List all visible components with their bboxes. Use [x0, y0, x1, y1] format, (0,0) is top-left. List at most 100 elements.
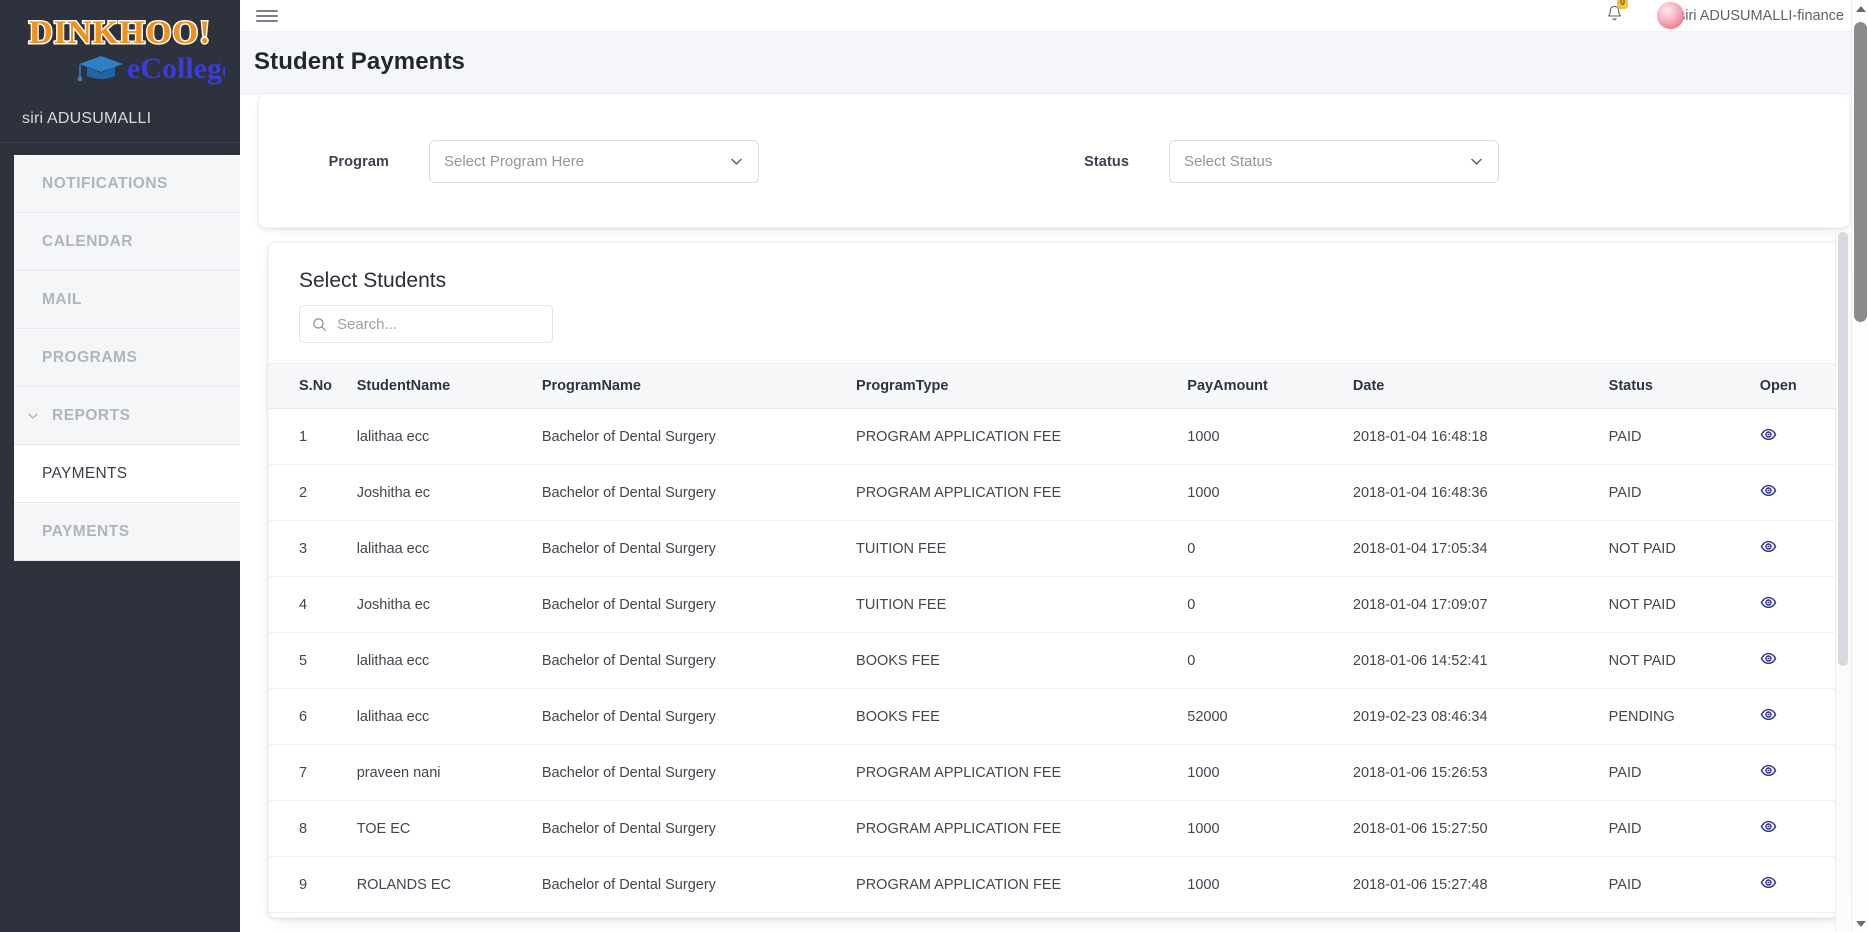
- eye-icon[interactable]: [1760, 482, 1777, 499]
- column-header-programtype[interactable]: ProgramType: [856, 363, 1188, 409]
- scroll-down-arrow-icon[interactable]: [1852, 915, 1868, 932]
- cell-studentname: TOE EC: [356, 800, 542, 857]
- cell-status: NOT PAID: [1608, 576, 1760, 633]
- search-input[interactable]: [337, 315, 542, 333]
- cell-studentname: Joshitha ec: [356, 576, 542, 633]
- panel-scrollbar-thumb[interactable]: [1838, 232, 1848, 666]
- cell-sno: 8: [269, 800, 357, 857]
- svg-text:DINKHOO!: DINKHOO!: [29, 15, 211, 51]
- topbar: 0 siri ADUSUMALLI-finance: [240, 0, 1868, 32]
- avatar: [1657, 2, 1684, 29]
- table-row[interactable]: 1 lalithaa ecc Bachelor of Dental Surgery P…: [269, 408, 1845, 465]
- cell-programname: Bachelor of Dental Surgery: [541, 800, 857, 857]
- column-header-programname[interactable]: ProgramName: [541, 363, 857, 409]
- sidebar-item-calendar[interactable]: CALENDAR: [14, 213, 240, 271]
- sidebar-item-notifications[interactable]: NOTIFICATIONS: [14, 155, 240, 213]
- table-row[interactable]: 9 ROLANDS EC Bachelor of Dental Surgery PRO…: [269, 856, 1845, 913]
- cell-sno: 5: [269, 632, 357, 689]
- sidebar-item-payments[interactable]: PAYMENTS: [14, 503, 240, 561]
- cell-open: [1759, 576, 1845, 633]
- main-content: 0 siri ADUSUMALLI-finance Student Paymen…: [240, 0, 1868, 932]
- panel-scrollbar[interactable]: [1835, 232, 1850, 932]
- eye-icon[interactable]: [1760, 426, 1777, 443]
- app-root: DINKHOO! DINKHOO! eCollege siri ADUSUMAL…: [0, 0, 1868, 932]
- program-select[interactable]: Select Program Here: [429, 140, 759, 183]
- column-header-sno[interactable]: S.No: [269, 363, 357, 409]
- cell-payamount: 0: [1187, 576, 1353, 633]
- cell-programname: Bachelor of Dental Surgery: [541, 520, 857, 577]
- cell-date: 2018-01-04 16:48:36: [1352, 464, 1609, 521]
- status-filter-label: Status: [1084, 153, 1129, 170]
- eye-icon[interactable]: [1760, 650, 1777, 667]
- cell-open: [1759, 800, 1845, 857]
- eye-icon[interactable]: [1760, 818, 1777, 835]
- notifications-button[interactable]: 0: [1606, 0, 1629, 27]
- sidebar-menu: NOTIFICATIONS CALENDAR MAIL PROGRAMS REP…: [0, 155, 240, 561]
- sidebar-item-programs[interactable]: PROGRAMS: [14, 329, 240, 387]
- cell-date: 2018-01-06 15:27:50: [1352, 800, 1609, 857]
- cell-date: 2018-01-04 17:09:07: [1352, 576, 1609, 633]
- eye-icon[interactable]: [1760, 706, 1777, 723]
- cell-date: 2018-01-04 17:05:34: [1352, 520, 1609, 577]
- cell-open: [1759, 856, 1845, 913]
- status-select[interactable]: Select Status: [1169, 140, 1499, 183]
- table-row[interactable]: 8 TOE EC Bachelor of Dental Surgery PROGRAM…: [269, 800, 1845, 857]
- students-panel-title: Select Students: [299, 269, 447, 292]
- table-row[interactable]: 2 Joshitha ec Bachelor of Dental Surgery PR…: [269, 464, 1845, 521]
- program-filter-group: Program Select Program Here: [269, 140, 759, 183]
- cell-payamount: 1000: [1187, 464, 1353, 521]
- page-title: Student Payments: [254, 48, 465, 75]
- table-row[interactable]: 7 praveen nani Bachelor of Dental Surgery P…: [269, 744, 1845, 801]
- column-header-date[interactable]: Date: [1352, 363, 1609, 409]
- svg-text:eCollege: eCollege: [127, 52, 225, 85]
- column-header-studentname[interactable]: StudentName: [356, 363, 542, 409]
- sidebar-item-mail[interactable]: MAIL: [14, 271, 240, 329]
- search-icon: [312, 317, 327, 332]
- sidebar-item-label: CALENDAR: [42, 233, 133, 250]
- cell-open: [1759, 632, 1845, 689]
- chevron-down-icon: [1468, 153, 1485, 170]
- cell-payamount: 1000: [1187, 856, 1353, 913]
- chevron-down-icon: [728, 153, 745, 170]
- payments-table-body: 1 lalithaa ecc Bachelor of Dental Surgery P…: [269, 408, 1845, 913]
- cell-programtype: TUITION FEE: [856, 520, 1188, 577]
- page-header: Student Payments: [240, 32, 1868, 94]
- eye-icon[interactable]: [1760, 762, 1777, 779]
- hamburger-icon[interactable]: [256, 4, 278, 28]
- scroll-up-arrow-icon[interactable]: [1852, 0, 1868, 17]
- table-row[interactable]: 4 Joshitha ec Bachelor of Dental Surgery TU…: [269, 576, 1845, 633]
- students-panel-header: Select Students: [269, 243, 1845, 343]
- cell-payamount: 0: [1187, 520, 1353, 577]
- eye-icon[interactable]: [1760, 594, 1777, 611]
- cell-programname: Bachelor of Dental Surgery: [541, 744, 857, 801]
- sidebar-item-payments-report[interactable]: PAYMENTS: [14, 445, 240, 503]
- cell-sno: 2: [269, 464, 357, 521]
- window-scrollbar[interactable]: [1851, 0, 1868, 932]
- cell-payamount: 1000: [1187, 800, 1353, 857]
- brand-logo[interactable]: DINKHOO! DINKHOO! eCollege: [0, 0, 240, 92]
- sidebar-item-reports[interactable]: REPORTS: [14, 387, 240, 445]
- column-header-open[interactable]: Open: [1759, 363, 1845, 409]
- table-row[interactable]: 3 lalithaa ecc Bachelor of Dental Surgery T…: [269, 520, 1845, 577]
- cell-programtype: PROGRAM APPLICATION FEE: [856, 856, 1188, 913]
- cell-open: [1759, 744, 1845, 801]
- notification-count-badge: 0: [1617, 0, 1629, 9]
- window-scrollbar-thumb[interactable]: [1854, 22, 1867, 322]
- user-menu[interactable]: siri ADUSUMALLI-finance: [1657, 2, 1844, 29]
- cell-programtype: PROGRAM APPLICATION FEE: [856, 408, 1188, 465]
- eye-icon[interactable]: [1760, 538, 1777, 555]
- search-box[interactable]: [299, 305, 553, 343]
- column-header-status[interactable]: Status: [1608, 363, 1760, 409]
- cell-date: 2018-01-06 15:26:53: [1352, 744, 1609, 801]
- cell-date: 2018-01-04 16:48:18: [1352, 408, 1609, 465]
- cell-status: PAID: [1608, 800, 1760, 857]
- status-select-value: Select Status: [1184, 153, 1273, 170]
- sidebar-item-label: REPORTS: [52, 407, 131, 424]
- table-row[interactable]: 6 lalithaa ecc Bachelor of Dental Surgery B…: [269, 688, 1845, 745]
- eye-icon[interactable]: [1760, 874, 1777, 891]
- column-header-payamount[interactable]: PayAmount: [1187, 363, 1353, 409]
- table-row[interactable]: 5 lalithaa ecc Bachelor of Dental Surgery B…: [269, 632, 1845, 689]
- cell-status: NOT PAID: [1608, 632, 1760, 689]
- filters-row: Program Select Program Here Status Selec…: [259, 140, 1849, 183]
- cell-studentname: Joshitha ec: [356, 464, 542, 521]
